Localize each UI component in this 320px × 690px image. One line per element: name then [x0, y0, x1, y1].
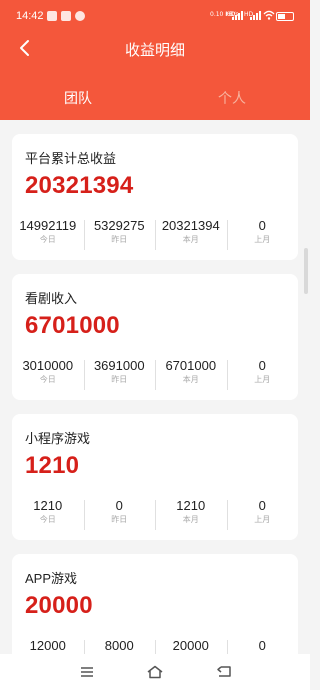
card-title: 平台累计总收益: [25, 151, 117, 166]
menu-icon: [81, 667, 93, 677]
stat-yesterday: 0 昨日: [83, 498, 156, 530]
stat-label: 昨日: [111, 235, 128, 244]
stat-value: 0: [258, 358, 266, 373]
stat-today: 14992119 今日: [12, 218, 84, 250]
earnings-card-app-games: APP游戏 20000 12000 8000 20000 0: [12, 554, 298, 670]
card-title: 看剧收入: [25, 291, 78, 306]
stat-value: 3691000: [93, 358, 145, 373]
stat-value: 6701000: [165, 358, 217, 373]
stat-yesterday: 3691000 昨日: [83, 358, 156, 390]
stat-value: 20000: [172, 638, 209, 653]
card-stats: 1210 今日 0 昨日 1210 本月 0 上月: [12, 498, 298, 530]
stat-label: 本月: [182, 515, 199, 524]
stat-value: 8000: [104, 638, 134, 653]
stat-value: 12000: [29, 638, 66, 653]
scrollbar[interactable]: [304, 248, 308, 294]
stat-label: 今日: [39, 235, 56, 244]
tab-team[interactable]: 团队: [38, 88, 118, 108]
tab-personal[interactable]: 个人: [192, 88, 272, 108]
stat-label: 今日: [39, 515, 56, 524]
stat-last-month: 0 上月: [226, 358, 299, 390]
header-background: 14:42 0.10 KB/s HD HD 收益明细 团队 个人: [0, 0, 310, 120]
back-nav-button[interactable]: [212, 662, 236, 682]
status-bar: 14:42 0.10 KB/s HD HD: [0, 0, 310, 32]
stat-this-month: 1210 本月: [155, 498, 227, 530]
signal-icon-2: [250, 11, 261, 20]
card-stats: 14992119 今日 5329275 昨日 20321394 本月 0 上月: [12, 218, 298, 250]
stat-label: 上月: [254, 375, 271, 384]
stat-today: 1210 今日: [12, 498, 84, 530]
earnings-card-mini-program-games: 小程序游戏 1210 1210 今日 0 昨日 1210 本月 0 上月: [12, 414, 298, 540]
battery-icon: [276, 12, 294, 21]
stat-value: 20321394: [161, 218, 220, 233]
stat-value: 14992119: [19, 218, 77, 233]
stat-value: 0: [258, 498, 266, 513]
stat-value: 1210: [33, 498, 63, 513]
stat-label: 上月: [254, 235, 271, 244]
stat-this-month: 20321394 本月: [155, 218, 227, 250]
card-total-amount: 1210: [25, 452, 80, 479]
mail-icon: [61, 11, 71, 21]
stat-today: 3010000 今日: [12, 358, 84, 390]
stat-last-month: 0 上月: [226, 498, 299, 530]
page-title: 收益明细: [124, 42, 185, 59]
stat-label: 本月: [182, 235, 199, 244]
wifi-icon: [263, 10, 275, 23]
card-total-amount: 20321394: [25, 172, 134, 199]
home-button[interactable]: [143, 662, 167, 682]
stat-label: 本月: [182, 375, 199, 384]
card-stats: 3010000 今日 3691000 昨日 6701000 本月 0 上月: [12, 358, 298, 390]
earnings-card-total: 平台累计总收益 20321394 14992119 今日 5329275 昨日 20…: [12, 134, 298, 260]
tab-bar: 团队 个人: [0, 88, 310, 114]
stat-value: 5329275: [93, 218, 145, 233]
status-time: 14:42: [16, 10, 44, 22]
app-notification-icon: [75, 11, 85, 21]
navigation-bar: 收益明细: [0, 32, 310, 64]
home-icon: [147, 665, 163, 679]
stat-value: 0: [258, 218, 266, 233]
system-navigation-bar: [0, 654, 310, 690]
stat-last-month: 0 上月: [226, 218, 299, 250]
card-total-amount: 6701000: [25, 312, 120, 339]
card-title: 小程序游戏: [25, 431, 91, 446]
stat-label: 上月: [254, 515, 271, 524]
notification-icon: [47, 11, 57, 21]
back-icon: [217, 666, 231, 677]
card-title: APP游戏: [25, 571, 78, 586]
stat-this-month: 6701000 本月: [155, 358, 227, 390]
card-total-amount: 20000: [25, 592, 93, 619]
stat-value: 3010000: [22, 358, 74, 373]
stat-label: 今日: [39, 375, 56, 384]
stat-value: 1210: [176, 498, 206, 513]
stat-label: 昨日: [111, 375, 128, 384]
stat-yesterday: 5329275 昨日: [83, 218, 156, 250]
stat-value: 0: [115, 498, 123, 513]
stat-label: 昨日: [111, 515, 128, 524]
menu-button[interactable]: [75, 662, 99, 682]
signal-icon-1: [232, 11, 243, 20]
earnings-card-drama: 看剧收入 6701000 3010000 今日 3691000 昨日 6701000…: [12, 274, 298, 400]
stat-value: 0: [258, 638, 266, 653]
